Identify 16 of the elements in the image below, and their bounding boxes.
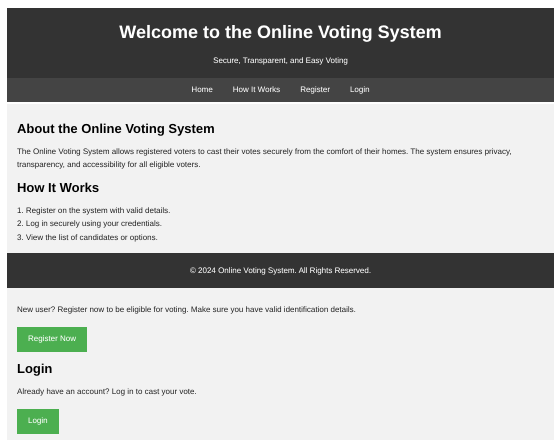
step-item: 3. View the list of candidates or options. (17, 232, 159, 244)
section-text: The Online Voting System allows registered voters to cast their votes securely from the comfort of their homes. The system ensures privacy, transparency, and accessibility for all eligible voters. (17, 146, 513, 171)
page-subtitle: Secure, Transparent, and Easy Voting (213, 55, 348, 67)
nav-link[interactable]: Login (350, 84, 370, 96)
section-heading: How It Works (17, 180, 100, 196)
step-item: 2. Log in securely using your credentials. (17, 218, 163, 230)
section-text: New user? Register now to be eligible for voting. Make sure you have valid identification details. (17, 304, 357, 316)
footer-text: © 2024 Online Voting System. All Rights Reserved. (190, 264, 372, 276)
step-item: 1. Register on the system with valid details. (17, 205, 172, 217)
nav-link[interactable]: Home (191, 84, 213, 96)
section-heading: Login (17, 360, 54, 377)
section-heading: About the Online Voting System (17, 121, 216, 137)
nav-link[interactable]: Register (300, 84, 330, 96)
section-text: Already have an account? Log in to cast your vote. (17, 386, 198, 398)
nav-link[interactable]: How It Works (232, 84, 280, 96)
page-title: Welcome to the Online Voting System (119, 21, 442, 43)
